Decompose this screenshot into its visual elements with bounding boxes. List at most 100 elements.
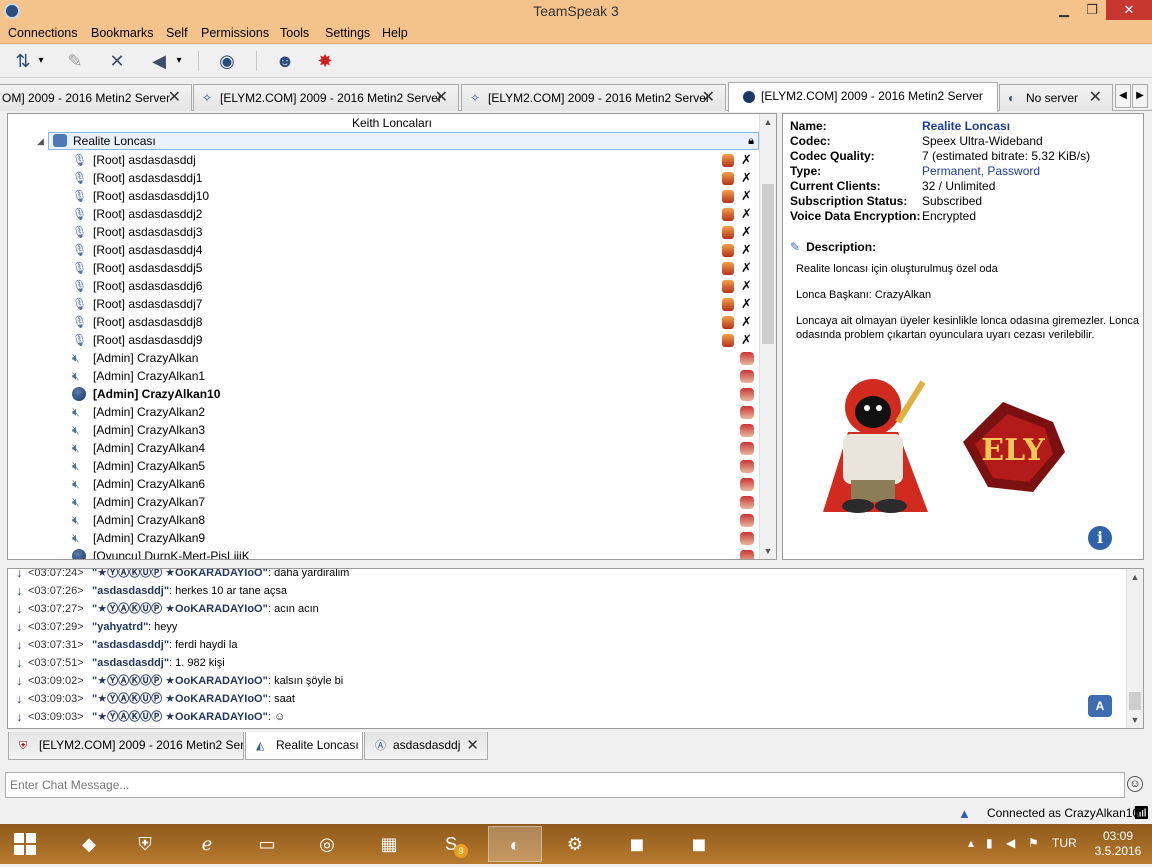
start-button[interactable] [0,826,50,862]
chat-nickname[interactable]: "yahyatrd" [92,618,148,636]
user-row[interactable]: 🔇︎ [Admin] CrazyAlkan4 [8,439,758,457]
tab-scroll-left-icon[interactable]: ◀ [1115,84,1131,108]
info-icon[interactable]: i [1088,526,1112,550]
scroll-down-icon[interactable]: ▼ [760,543,776,559]
metin2-icon-2[interactable]: ◼ [672,826,726,862]
minimize-button[interactable]: ▁ [1050,0,1078,20]
user-row[interactable]: [Oyuncu] DurnK-Mert-PisLiiiK [8,547,758,559]
menu-permissions[interactable]: Permissions [201,26,269,40]
mute-microphone-icon[interactable]: ✕ [104,49,130,73]
teamspeak-taskbar-icon[interactable]: ◐ [488,826,542,862]
user-row[interactable]: 🔇︎ [Admin] CrazyAlkan3 [8,421,758,439]
scroll-thumb[interactable] [1129,692,1141,710]
bluestacks-icon[interactable]: ◆ [62,826,116,862]
user-row[interactable]: 🔇︎ [Admin] CrazyAlkan7 [8,493,758,511]
user-row[interactable]: 🎙︎ [Root] asdasdasddj2 ✗ [8,205,758,223]
user-row[interactable]: 🔇︎ [Admin] CrazyAlkan [8,349,758,367]
chat-tab-private[interactable]: Ⓐ asdasdasddj ✕ [364,732,488,760]
tab-close-icon[interactable]: ✕ [1089,85,1102,111]
clock[interactable]: 03:09 3.5.2016 [1088,829,1148,859]
chat-nickname[interactable]: "★ⓎⒶⓀⓊⓅ ★OoKARADAYIoO" [92,600,268,618]
menu-bookmarks[interactable]: Bookmarks [91,26,154,40]
tab-close-icon[interactable]: ✕ [168,85,181,111]
user-row[interactable]: 🔇︎ [Admin] CrazyAlkan5 [8,457,758,475]
tree-scrollbar[interactable]: ▲ ▼ [759,114,776,559]
steam-icon[interactable]: ⚙ [548,826,602,862]
tab-server-1[interactable]: OM] 2009 - 2016 Metin2 Server ✕ [0,84,192,111]
user-row[interactable]: 🎙︎ [Root] asdasdasddj4 ✗ [8,241,758,259]
chat-nickname[interactable]: "asdasdasddj" [92,654,169,672]
user-row[interactable]: 🎙︎ [Root] asdasdasddj7 ✗ [8,295,758,313]
user-row[interactable]: 🔇︎ [Admin] CrazyAlkan6 [8,475,758,493]
server-root[interactable]: Keith Loncaları [8,114,776,132]
ely-game-icon[interactable]: ⛨ [118,826,172,862]
internet-explorer-icon[interactable]: ℯ [180,826,234,862]
subscribe-icon[interactable]: ◉ [214,49,240,73]
user-row[interactable]: 🔇︎ [Admin] CrazyAlkan8 [8,511,758,529]
channel-row[interactable]: ◢ Realite Loncası 🔒︎ [37,132,759,150]
user-row[interactable]: 🎙︎ [Root] asdasdasddj6 ✗ [8,277,758,295]
menu-help[interactable]: Help [382,26,408,40]
network-app-icon[interactable]: ▦ [362,826,416,862]
chat-nickname[interactable]: "★ⓎⒶⓀⓊⓅ ★OoKARADAYIoO" [92,690,268,708]
metin2-icon-1[interactable]: ◼ [610,826,664,862]
menu-tools[interactable]: Tools [280,26,309,40]
tray-flag-icon[interactable]: ⚑ [1028,836,1039,850]
chat-nickname[interactable]: "asdasdasddj" [92,636,169,654]
tab-close-icon[interactable]: ✕ [435,85,448,111]
user-row[interactable]: 🎙︎ [Root] asdasdasddj10 ✗ [8,187,758,205]
collapse-arrow-icon[interactable]: ◢ [37,133,44,149]
chat-nickname[interactable]: "★ⓎⒶⓀⓊⓅ ★OoKARADAYIoO" [92,672,268,690]
user-row[interactable]: 🔇︎ [Admin] CrazyAlkan1 [8,367,758,385]
tab-scroll-right-icon[interactable]: ▶ [1132,84,1148,108]
dropdown-arrow-icon[interactable]: ▾ [34,49,48,73]
user-row[interactable]: 🎙︎ [Root] asdasdasddj9 ✗ [8,331,758,349]
chat-nickname[interactable]: "★ⓎⒶⓀⓊⓅ ★OoKARADAYIoO" [92,708,268,726]
contacts-icon[interactable]: ☻ [272,49,298,73]
menu-settings[interactable]: Settings [325,26,370,40]
tab-server-active[interactable]: [ELYM2.COM] 2009 - 2016 Metin2 Server [728,82,998,112]
user-row[interactable]: 🎙︎ [Root] asdasdasddj5 ✗ [8,259,758,277]
scroll-thumb[interactable] [762,184,774,344]
menu-self[interactable]: Self [166,26,188,40]
user-row[interactable]: 🎙︎ [Root] asdasdasddj3 ✗ [8,223,758,241]
chat-tab-channel[interactable]: ◭ Realite Loncası [245,732,363,760]
scroll-down-icon[interactable]: ▼ [1127,712,1143,728]
info-value[interactable]: Permanent, Password [922,164,1040,179]
warning-icon[interactable]: ▲ [958,806,971,821]
user-row[interactable]: 🎙︎ [Root] asdasdasddj1 ✗ [8,169,758,187]
chat-nickname[interactable]: "asdasdasddj" [92,582,169,600]
chat-tab-close-icon[interactable]: ✕ [466,732,479,759]
user-row[interactable]: 🎙︎ [Root] asdasdasddj ✗ [8,151,758,169]
text-format-icon[interactable]: A [1088,695,1112,717]
scroll-up-icon[interactable]: ▲ [760,114,776,130]
user-row[interactable]: 🎙︎ [Root] asdasdasddj8 ✗ [8,313,758,331]
emoticon-icon[interactable]: ☺ [1127,776,1143,792]
away-icon[interactable]: ✎ [62,49,88,73]
tray-arrow-icon[interactable]: ▴ [968,836,974,850]
tab-server-3[interactable]: ✧ [ELYM2.COM] 2009 - 2016 Metin2 Server … [461,84,726,111]
close-button[interactable]: ✕ [1106,0,1152,20]
file-explorer-icon[interactable]: ▭ [240,826,294,862]
scroll-up-icon[interactable]: ▲ [1127,569,1143,585]
tray-network-icon[interactable]: ▮ [986,836,993,850]
chat-message-input[interactable]: Enter Chat Message... [5,772,1125,798]
language-indicator[interactable]: TUR [1052,836,1077,850]
user-row[interactable]: 🔇︎ [Admin] CrazyAlkan9 [8,529,758,547]
tab-server-2[interactable]: ✧ [ELYM2.COM] 2009 - 2016 Metin2 Server … [193,84,459,111]
user-row[interactable]: [Admin] CrazyAlkan10 [8,385,758,403]
chat-tab-server[interactable]: ⛨ [ELYM2.COM] 2009 - 2016 Metin2 Server [8,732,244,760]
mute-speakers-icon[interactable]: ◀ [146,49,172,73]
tray-sound-icon[interactable]: ◀ [1006,836,1015,850]
connect-disconnect-icon[interactable]: ⇅ [10,49,36,73]
dropdown-arrow-icon[interactable]: ▾ [172,49,186,73]
chat-nickname[interactable]: "★ⓎⒶⓀⓊⓅ ★OoKARADAYIoO" [92,569,268,582]
maximize-button[interactable]: ❐ [1078,0,1106,20]
chrome-icon[interactable]: ◎ [300,826,354,862]
menu-connections[interactable]: Connections [8,26,78,40]
identity-icon[interactable]: ✸ [312,49,338,73]
tab-no-server[interactable]: ◐ No server ✕ [999,84,1113,111]
user-row[interactable]: 🔇︎ [Admin] CrazyAlkan2 [8,403,758,421]
chat-scrollbar[interactable]: ▲ ▼ [1126,569,1143,728]
skype-icon[interactable]: S9 [424,826,478,862]
